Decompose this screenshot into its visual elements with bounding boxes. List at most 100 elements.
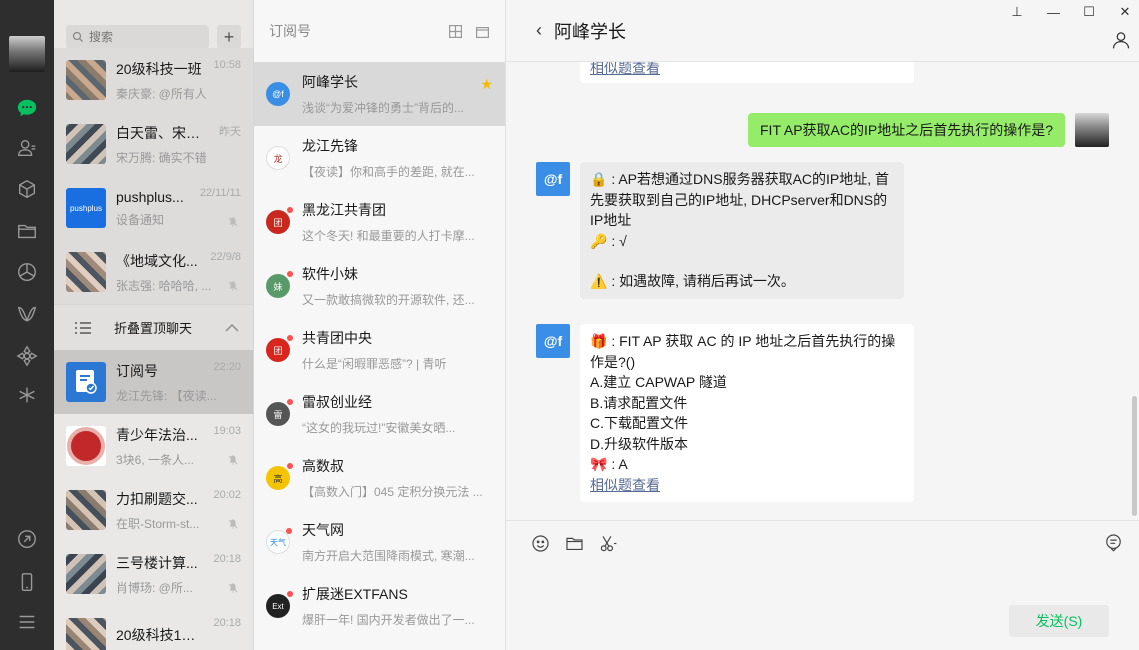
moments-icon[interactable] [13, 258, 41, 286]
chat-title: 20级科技1班... [116, 627, 204, 643]
channels-icon[interactable] [13, 300, 41, 328]
chat-item[interactable]: 20级科技一班 秦庆豪: @所有人 10:58 [54, 48, 253, 112]
back-button[interactable]: ‹ [536, 20, 542, 41]
link-icon[interactable] [13, 525, 41, 553]
correct-answer: : A [611, 456, 628, 472]
chat-item-subscriptions[interactable]: 订阅号 龙江先锋: 【夜读... 22:20 [54, 350, 253, 414]
option-b: B.请求配置文件 [590, 394, 688, 411]
bot-message: @f 🔒 : AP若想通过DNS服务器获取AC的IP地址, 首先要获取到自己的I… [536, 162, 904, 299]
question-text: : FIT AP 获取 AC 的 IP 地址之后首先执行的操作是?() [590, 333, 896, 370]
pushplus-avatar: pushplus [66, 188, 106, 228]
phone-icon[interactable] [13, 568, 41, 596]
minimize-button[interactable]: — [1047, 5, 1060, 20]
subscription-item[interactable]: 龙 龙江先锋 【夜读】你和高手的差距, 就在... [254, 126, 505, 190]
chat-title: pushplus... [116, 188, 184, 205]
answer-warning: : 如遇故障, 请稍后再试一次。 [611, 273, 795, 289]
add-chat-button[interactable]: + [217, 25, 241, 49]
subscription-preview: 【高数入门】045 定积分换元法 ... [302, 485, 483, 499]
chat-item[interactable]: 《地域文化... 张志强: 哈哈哈, ... 22/9/8 [54, 240, 253, 304]
my-message-avatar[interactable] [1075, 113, 1109, 147]
subscription-item[interactable]: 天气 天气网南方开启大范围降雨模式, 寒潮... [254, 510, 505, 574]
similar-questions-link[interactable]: 相似题查看 [590, 62, 660, 76]
extfans-avatar: Ext [266, 591, 293, 618]
send-button[interactable]: 发送(S) [1009, 605, 1109, 637]
chat-preview: 张志强: 哈哈哈, ... [116, 278, 212, 293]
window-controls: ⊥ — ☐ ✕ [1011, 4, 1131, 20]
question-bubble: 🎁 : FIT AP 获取 AC 的 IP 地址之后首先执行的操作是?() A.… [580, 324, 914, 502]
mute-icon [228, 217, 238, 227]
conversation-title: 阿峰学长 [554, 21, 626, 42]
weather-avatar: 天气 [266, 528, 292, 554]
grid-view-icon[interactable] [449, 24, 462, 38]
search-look-icon[interactable] [13, 342, 41, 370]
subscription-item[interactable]: 妹 软件小妹 又一款敢搞微软的开源软件, 还... [254, 254, 505, 318]
message-partial: 相似题查看 [580, 62, 914, 83]
chat-time: 20:18 [213, 617, 241, 629]
subscription-item[interactable]: 雷 雷叔创业经 “这女的我玩过!”安徽美女晒... [254, 382, 505, 446]
subscription-preview: “这女的我玩过!”安徽美女晒... [302, 421, 456, 435]
subscription-name: 共青团中央 [302, 330, 372, 346]
subscription-name: 雷叔创业经 [302, 394, 372, 410]
bot-avatar[interactable]: @f [536, 162, 570, 196]
search-row: + [66, 25, 241, 49]
bow-icon: 🎀 [590, 456, 608, 472]
scissors-icon[interactable] [598, 533, 618, 553]
mini-program-icon[interactable] [13, 381, 41, 409]
profile-icon[interactable] [1111, 30, 1131, 50]
chat-title: 白天雷、宋万... [116, 124, 204, 141]
pin-window-button[interactable]: ⊥ [1011, 4, 1023, 20]
maximize-button[interactable]: ☐ [1083, 4, 1095, 20]
hlj-youth-avatar: 团 [266, 207, 293, 234]
chat-item[interactable]: 力扣刷题交... 在职-Storm-st... 20:02 [54, 478, 253, 542]
fold-label: 折叠置顶聊天 [114, 321, 193, 336]
group-avatar [66, 618, 106, 650]
option-a: A.建立 CAPWAP 隧道 [590, 374, 727, 390]
chat-item[interactable]: 20级科技1班... 20:18 [54, 606, 253, 650]
conversation-panel: ⊥ — ☐ ✕ ‹ 阿峰学长 相似题查看 FIT AP获取AC的IP地址之后首先… [506, 0, 1139, 650]
chat-preview: 秦庆豪: @所有人 [116, 86, 207, 101]
emoji-icon[interactable] [530, 533, 550, 553]
subscription-name: 扩展迷EXTFANS [302, 586, 408, 602]
subscription-preview: 又一款敢搞微软的开源软件, 还... [302, 293, 475, 307]
chat-item[interactable]: 三号楼计算... 肖博玚: @所... 20:18 [54, 542, 253, 606]
bot-message: @f 🎁 : FIT AP 获取 AC 的 IP 地址之后首先执行的操作是?()… [536, 324, 914, 502]
subscription-item[interactable]: Ext 扩展迷EXTFANS 爆肝一年! 国内开发者做出了一... [254, 574, 505, 638]
chat-icon[interactable] [13, 94, 41, 122]
contacts-icon[interactable] [13, 134, 41, 162]
message-area: 相似题查看 FIT AP获取AC的IP地址之后首先执行的操作是? @f 🔒 : … [506, 62, 1139, 520]
chat-item[interactable]: 青少年法治... 3块6, 一条人... 19:03 [54, 414, 253, 478]
chat-title: 《地域文化... [116, 252, 198, 269]
chat-time: 22:20 [213, 361, 241, 373]
subscription-preview: 南方开启大范围降雨模式, 寒潮... [302, 549, 475, 563]
unread-dot [286, 528, 292, 534]
similar-questions-link[interactable]: 相似题查看 [590, 477, 660, 493]
chat-preview: 在职-Storm-st... [116, 516, 200, 531]
my-avatar[interactable] [9, 36, 45, 72]
chat-title: 20级科技一班 [116, 60, 202, 77]
unread-dot [287, 399, 293, 405]
chat-history-icon[interactable] [1104, 533, 1123, 555]
search-input[interactable] [89, 30, 189, 44]
subscription-name: 天气网 [302, 522, 344, 538]
subscription-preview: 爆肝一年! 国内开发者做出了一... [302, 613, 475, 627]
warning-icon: ⚠️ [590, 273, 608, 289]
bot-avatar[interactable]: @f [536, 324, 570, 358]
subscription-item[interactable]: 团 共青团中央 什么是“闲暇罪恶感”? | 青听 [254, 318, 505, 382]
files-icon[interactable] [13, 217, 41, 245]
mute-icon [228, 455, 238, 465]
chat-item[interactable]: pushplus pushplus... 设备通知 22/11/11 [54, 176, 253, 240]
favorites-icon[interactable] [13, 176, 41, 204]
fold-pinned-chats-row[interactable]: 折叠置顶聊天 [54, 304, 253, 350]
list-icon [75, 321, 91, 334]
subscription-item[interactable]: 高 高数叔 【高数入门】045 定积分换元法 ... [254, 446, 505, 510]
folder-icon[interactable] [564, 533, 584, 553]
subscription-item[interactable]: 团 黑龙江共青团 这个冬天! 和最重要的人打卡摩... [254, 190, 505, 254]
open-window-icon[interactable] [476, 25, 489, 38]
subscription-item[interactable]: @f 阿峰学长 浅谈“为爱冲锋的勇士”背后的... ★ [254, 62, 505, 126]
chat-time: 19:03 [213, 425, 241, 437]
chat-item[interactable]: 白天雷、宋万... 宋万腾: 确实不错 昨天 [54, 112, 253, 176]
menu-icon[interactable] [13, 608, 41, 636]
search-box[interactable] [66, 25, 209, 49]
close-button[interactable]: ✕ [1119, 4, 1131, 20]
message-scrollbar[interactable] [1132, 396, 1137, 516]
